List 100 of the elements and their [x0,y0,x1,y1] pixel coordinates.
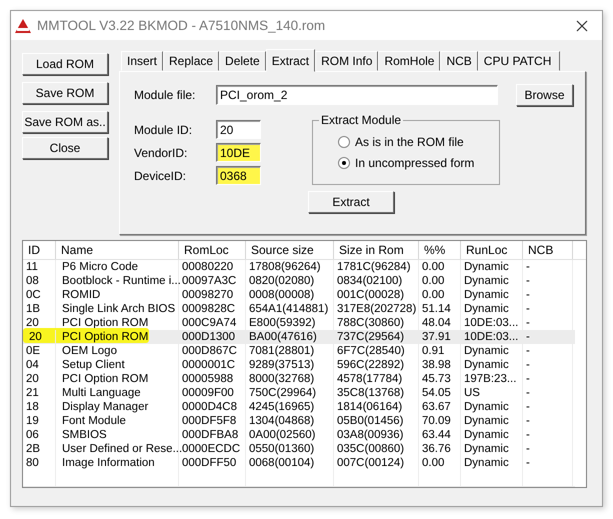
table-cell: 35C8(13768) [337,387,404,399]
table-cell: PCI Option ROM [62,317,148,329]
table-cell: 000D867C [182,345,237,357]
tab[interactable]: CPU PATCH [478,51,560,71]
table-cell: 17808(96264) [249,261,321,273]
table-cell: 63.44 [422,429,451,441]
table-cell: 21 [26,387,39,399]
side-button[interactable]: Save ROM as.. [22,111,108,133]
module-file-field[interactable]: PCI_orom_2 [216,85,498,105]
table-cell: 00097A3C [182,275,236,287]
table-cell: 0000D4C8 [182,401,237,413]
table-cell: E800(59392) [249,317,316,329]
table-cell: - [526,373,530,385]
table-cell: 6F7C(28540) [337,345,405,357]
table-cell: 05B0(01456) [337,415,404,427]
table-cell: 18 [26,401,39,413]
table-cell: - [526,331,530,343]
tab[interactable]: ROM Info [315,51,378,71]
table-cell: P6 Micro Code [62,261,138,273]
field-label: DeviceID: [134,168,188,182]
table-cell: 19 [26,415,39,427]
table-cell: Bootblock - Runtime i... [62,275,181,287]
close-icon[interactable] [576,20,588,32]
table-cell: Dynamic [464,261,509,273]
column-header[interactable]: %% [419,241,461,259]
side-button[interactable]: Close [22,137,108,159]
table-cell: 00098270 [182,289,234,301]
table-cell: OEM Logo [62,345,117,357]
column-header[interactable]: Name [56,241,179,259]
browse-button[interactable]: Browse [516,84,573,106]
table-cell: Dynamic [464,415,509,427]
table-cell: - [526,443,530,455]
table-cell: 000DFBA8 [182,429,238,441]
table-cell: Dynamic [464,401,509,413]
table-cell: 0C [26,289,41,301]
table-cell: Multi Language [62,387,141,399]
table-cell: 00009F00 [182,387,234,399]
table-cell: 1814(06164) [337,401,402,413]
side-button[interactable]: Save ROM [22,82,108,104]
column-header[interactable]: Source size [246,241,334,259]
module-file-label: Module file: [134,88,196,102]
table-cell: 2B [26,443,40,455]
column-header[interactable]: ID [23,241,56,259]
tab[interactable]: Replace [163,51,220,71]
table-cell: 20 [26,317,39,329]
table-cell: - [526,275,530,287]
table-cell: 0.00 [422,275,444,287]
column-header[interactable]: NCB [523,241,573,259]
table-cell: 06 [26,429,39,441]
table-cell: 0068(00104) [249,457,314,469]
table-cell: 7081(28801) [249,345,314,357]
column-header[interactable]: RomLoc [179,241,246,259]
column-header[interactable]: Size in Rom [334,241,419,259]
table-cell: 0A00(02560) [249,429,316,441]
id-field[interactable]: 0368 [216,166,261,185]
table-cell: Setup Client [62,359,125,371]
group-title: Extract Module [319,113,404,127]
radio-label: In uncompressed form [355,156,474,170]
table-cell: ROMID [62,289,100,301]
table-cell: 10DE:03... [464,331,518,343]
radio-label: As is in the ROM file [355,135,464,149]
table-cell: 0820(02080) [249,275,314,287]
table-cell: 750C(29964) [249,387,316,399]
tab[interactable]: RomHole [378,51,440,71]
table-cell: 70.09 [422,415,451,427]
id-field[interactable]: 10DE [216,143,261,162]
table-cell: 20 [26,373,39,385]
column-header[interactable]: RunLoc [461,241,523,259]
table-cell: 48.04 [422,317,451,329]
table-cell: Image Information [62,457,155,469]
table-cell: 000DFF50 [182,457,236,469]
table-cell: 54.05 [422,387,451,399]
table-cell: - [526,359,530,371]
table-cell: 38.98 [422,359,451,371]
table-cell: 197B:23... [464,373,516,385]
table-cell: - [526,317,530,329]
table-cell: 11 [26,261,38,273]
field-label: Module ID: [134,122,194,136]
radio-button[interactable] [338,136,350,148]
tab[interactable]: Insert [121,51,164,71]
table-cell: PCI Option ROM [62,331,148,343]
radio-button[interactable] [338,157,350,169]
tab[interactable]: Extract [266,49,316,72]
table-cell: Dynamic [464,359,509,371]
id-field[interactable]: 20 [216,120,261,139]
table-cell: 63.67 [422,401,451,413]
table-cell: 654A1(414881) [249,303,328,315]
table-cell: 0.91 [422,345,444,357]
table-cell: 36.76 [422,443,451,455]
table-cell: SMBIOS [62,429,107,441]
side-button[interactable]: Load ROM [22,53,108,75]
table-cell: User Defined or Rese... [62,443,182,455]
table-cell: Dynamic [464,457,509,469]
table-cell: - [526,429,530,441]
table-cell: 9289(37513) [249,359,314,371]
extract-button[interactable]: Extract [308,191,394,213]
table-cell: 45.73 [422,373,451,385]
selected-row[interactable]: 20 PCI Option ROM 000D1300 BA00(47616) 737C(29564) 37.91 10DE:03... - [23,330,575,344]
tab[interactable]: NCB [440,51,478,71]
table-cell: 80 [26,457,39,469]
